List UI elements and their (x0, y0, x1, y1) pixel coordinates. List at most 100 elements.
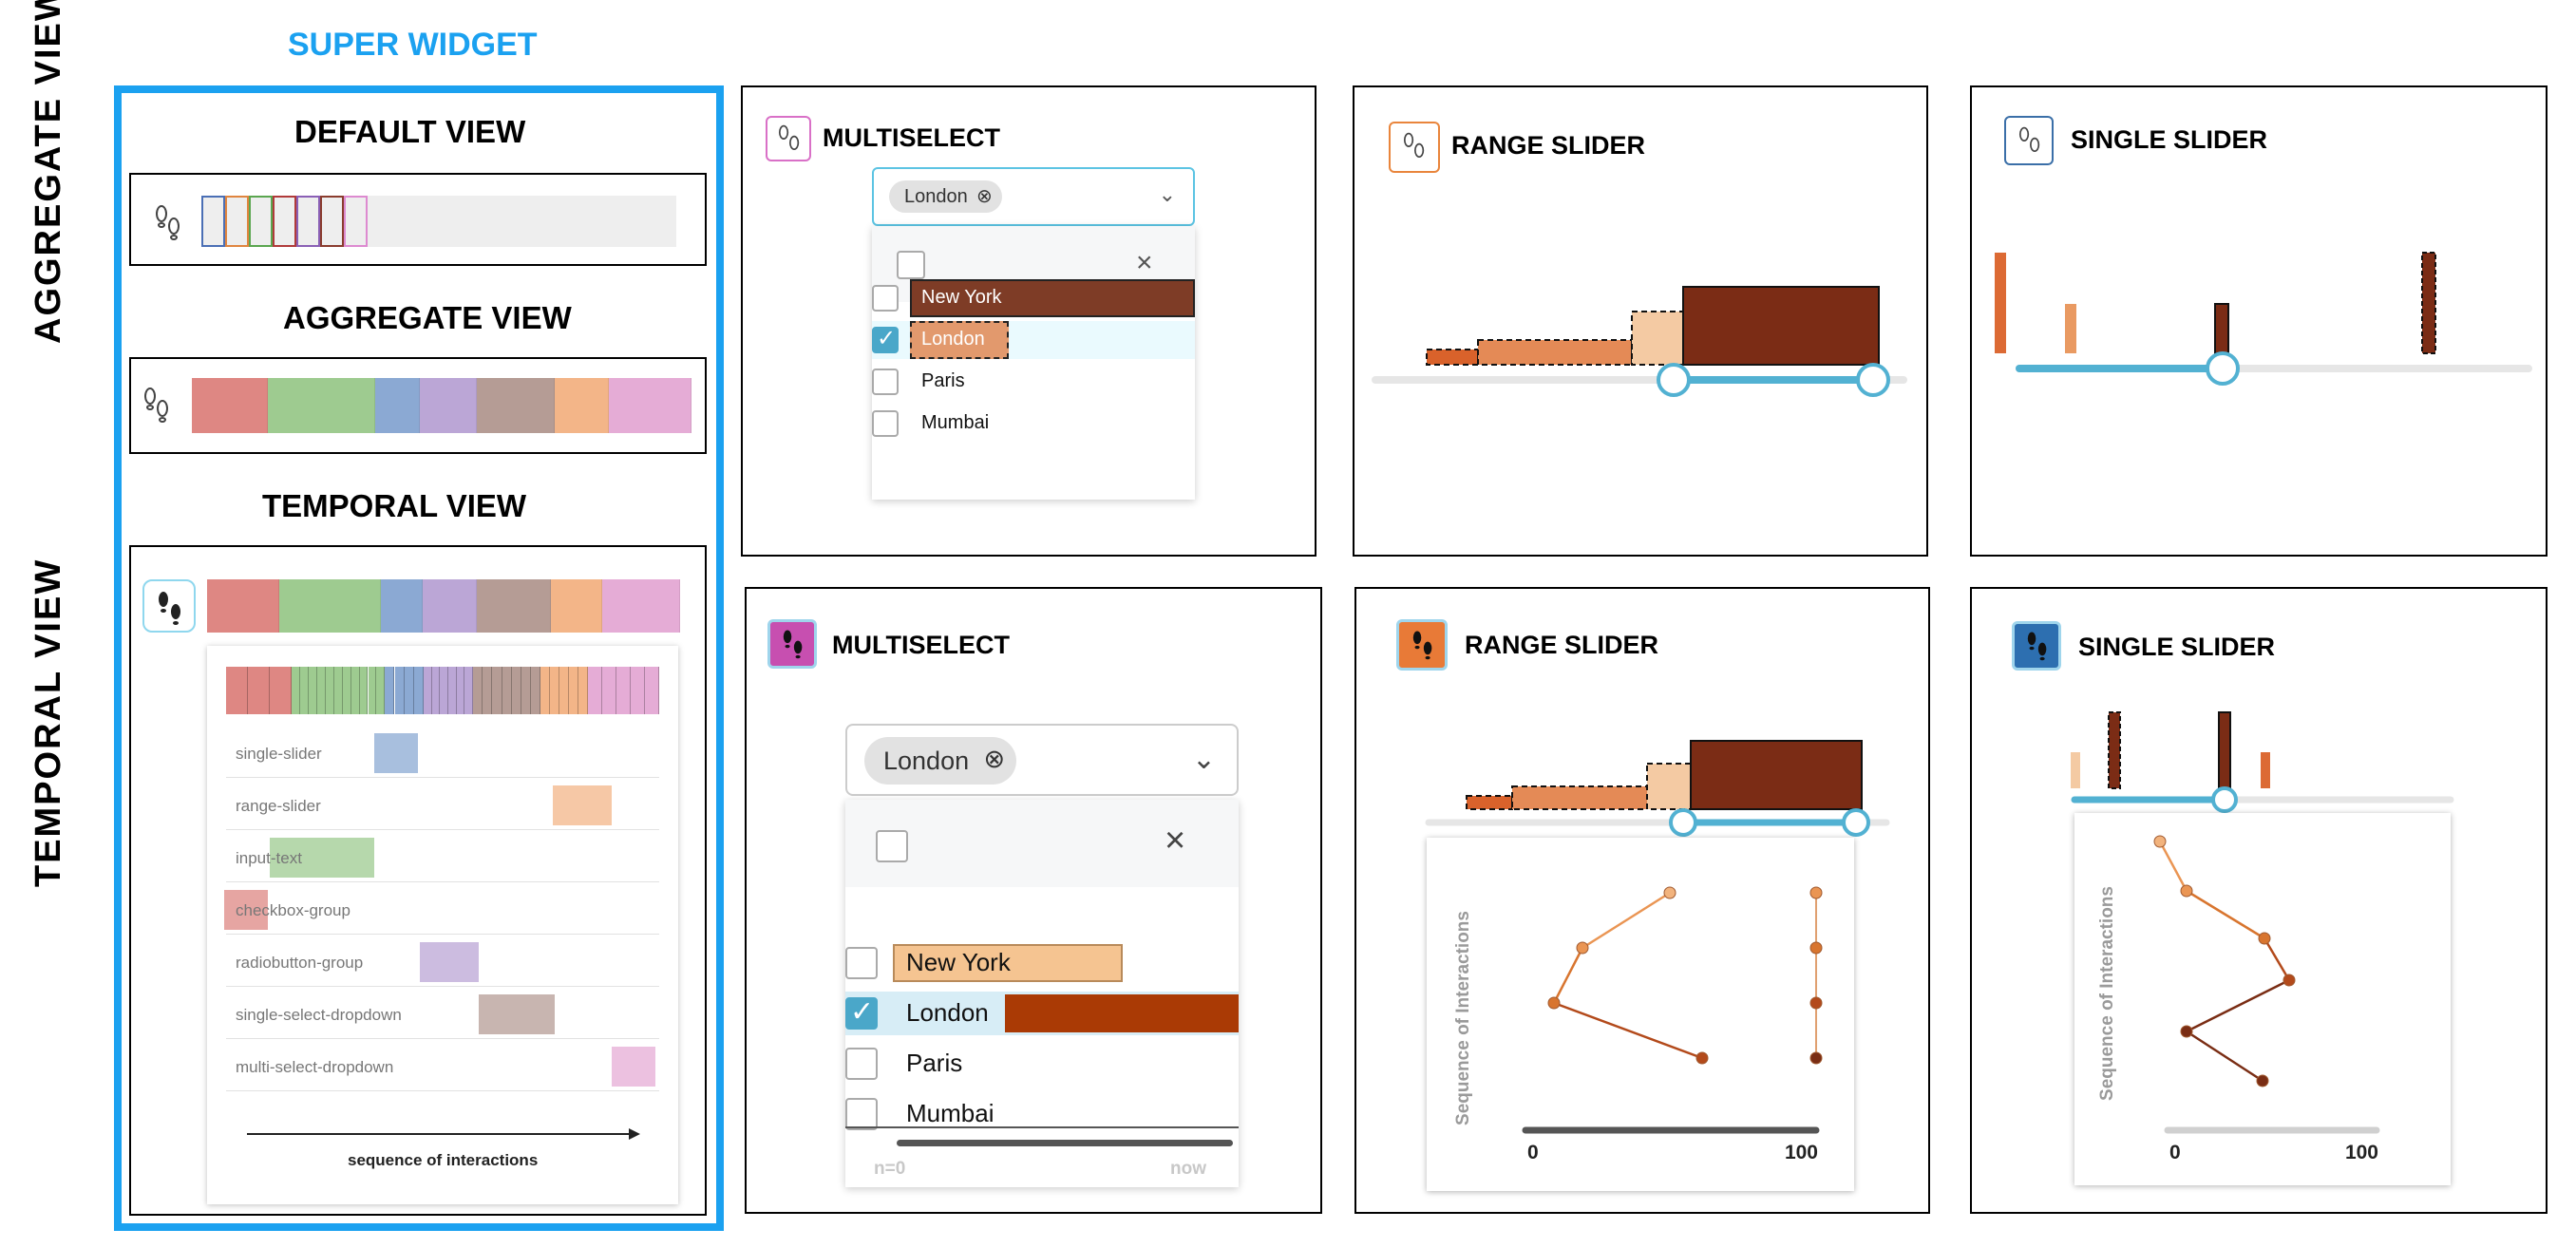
sequence-point (1547, 996, 1561, 1010)
interaction-outline (320, 196, 344, 247)
sequence-line (2158, 841, 2188, 892)
option-checkbox[interactable]: ✓ (872, 326, 899, 353)
sequence-point (1576, 941, 1589, 955)
sequence-line (1582, 891, 1671, 950)
widget-segment (609, 378, 691, 433)
timeline-block (374, 733, 418, 773)
sequence-point (2153, 835, 2167, 848)
panel-multiselect-temporal: MULTISELECT London ⊗ ⌄ × New York ✓ London… (745, 587, 1322, 1214)
option-label[interactable]: London (921, 329, 985, 350)
chevron-down-icon[interactable]: ⌄ (1159, 182, 1176, 207)
slider-handle-max (1856, 363, 1890, 397)
multiselect-dropdown: × New York ✓ London Paris Mumbai n=0 now (845, 800, 1239, 1187)
widget-segment (477, 579, 551, 633)
sequence-point (2180, 884, 2193, 898)
temporal-view-box[interactable]: single-slider range-slider input-text check… (129, 545, 707, 1216)
histogram-bar (1466, 795, 1513, 810)
option-checkbox[interactable] (845, 1098, 878, 1130)
timeline-row-divider (226, 881, 659, 882)
footsteps-icon (159, 592, 180, 625)
timeline-row-divider (226, 1090, 659, 1091)
selected-chip[interactable]: London ⊗ (889, 180, 1002, 213)
select-all-checkbox[interactable] (897, 251, 925, 279)
footsteps-icon (766, 116, 811, 161)
footsteps-icon (767, 619, 817, 669)
footsteps-icon (144, 388, 168, 423)
sequence-point (1809, 996, 1823, 1010)
aggregate-view-title: AGGREGATE VIEW (283, 300, 572, 335)
temporal-icon-button[interactable] (142, 579, 196, 633)
timeline-row-divider (226, 829, 659, 830)
sequence-axis-caption: sequence of interactions (348, 1151, 539, 1169)
option-label[interactable]: Paris (921, 370, 965, 392)
temporal-progress-bar (897, 1140, 1233, 1146)
x-tick-label: 100 (2345, 1142, 2378, 1163)
chip-remove-icon[interactable]: ⊗ (983, 745, 1005, 774)
option-checkbox[interactable] (872, 369, 899, 395)
timeline-block (420, 942, 479, 982)
close-icon[interactable]: × (1165, 821, 1185, 861)
range-slider-histogram[interactable] (1356, 589, 1932, 855)
timeline-block (479, 994, 555, 1034)
option-checkbox[interactable] (845, 1048, 878, 1080)
multiselect-dropdown: × New York ✓ London Paris Mumbai (872, 226, 1195, 500)
timeline-row-label: checkbox-group (236, 901, 350, 919)
panel-title: MULTISELECT (832, 631, 1010, 659)
sequence-point (1809, 1051, 1823, 1065)
range-slider-histogram[interactable] (1354, 87, 1930, 558)
aggregate-view-box[interactable] (129, 357, 707, 454)
footer-left-label: n=0 (874, 1159, 906, 1179)
sequence-point (2282, 974, 2296, 987)
sequence-line (1552, 947, 1584, 1004)
timeline-row-label: range-slider (236, 797, 321, 815)
widget-segment (375, 378, 420, 433)
histogram-bar (1511, 785, 1648, 810)
timeline-row-label: single-slider (236, 745, 322, 763)
histogram-bar (2261, 752, 2270, 788)
option-label[interactable]: Paris (906, 1049, 962, 1078)
footer-right-label: now (1170, 1159, 1206, 1179)
temporal-color-strip (207, 579, 680, 633)
default-view-box[interactable] (129, 173, 707, 266)
timeline-row-label: input-text (236, 849, 302, 867)
timeline-row-label: single-select-dropdown (236, 1006, 402, 1024)
option-checkbox[interactable]: ✓ (845, 996, 878, 1030)
option-label[interactable]: London (906, 998, 989, 1028)
widget-segment (550, 579, 602, 633)
chip-remove-icon[interactable]: ⊗ (976, 184, 993, 208)
histogram-bar (2065, 304, 2076, 353)
multiselect-input[interactable]: London ⊗ ⌄ (845, 724, 1239, 796)
widget-segment (420, 378, 477, 433)
widget-segment (192, 378, 268, 433)
timeline-block (553, 785, 612, 825)
option-label[interactable]: Mumbai (921, 412, 989, 434)
panel-range-slider-temporal: RANGE SLIDER Sequence of Interactions 0 10… (1354, 587, 1930, 1214)
histogram-bar (1631, 311, 1684, 366)
row-label-aggregate: AGGREGATE VIEW (28, 0, 68, 344)
histogram-bar (1477, 339, 1633, 366)
multiselect-input[interactable]: London ⊗ ⌄ (872, 167, 1195, 226)
histogram-bar (1646, 763, 1692, 810)
sequence-axis-line (247, 1133, 633, 1135)
temporal-chart-card: Sequence of Interactions 0 100 (2074, 813, 2451, 1185)
single-slider-histogram[interactable] (1972, 87, 2549, 558)
close-icon[interactable]: × (1136, 247, 1153, 279)
selected-chip[interactable]: London ⊗ (864, 737, 1017, 785)
histogram-bar (1426, 349, 1479, 366)
option-checkbox[interactable] (872, 410, 899, 437)
default-view-outlines (201, 196, 372, 247)
timeline-row-divider (226, 1038, 659, 1039)
select-all-checkbox[interactable] (876, 830, 908, 862)
slider-handle-max (1842, 808, 1870, 837)
option-label[interactable]: Mumbai (906, 1099, 994, 1128)
option-checkbox[interactable] (872, 285, 899, 312)
timeline-row-divider (226, 777, 659, 778)
option-checkbox[interactable] (845, 947, 878, 979)
option-label[interactable]: New York (906, 948, 1011, 977)
sequence-line (2263, 937, 2291, 981)
sequence-point (2258, 932, 2271, 945)
option-label[interactable]: New York (921, 287, 1002, 309)
chevron-down-icon[interactable]: ⌄ (1192, 743, 1216, 776)
histogram-bar (2421, 252, 2436, 354)
single-slider-histogram[interactable] (1972, 589, 2549, 817)
